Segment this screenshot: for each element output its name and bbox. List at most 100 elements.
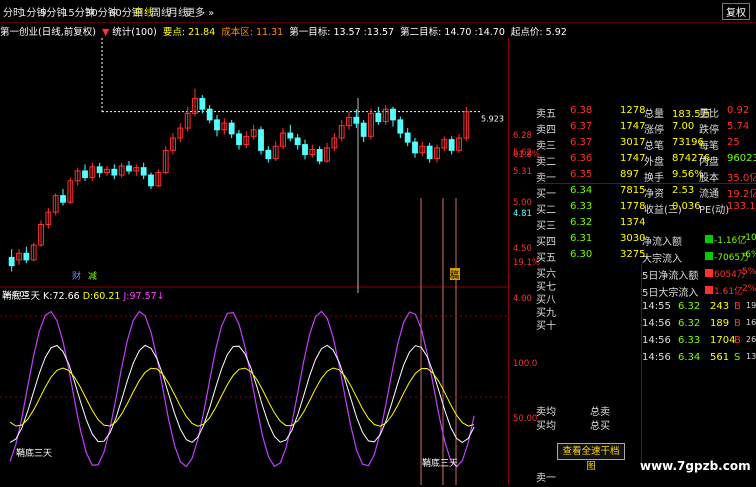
flow-pct: -6%	[742, 250, 756, 260]
candle-body	[375, 112, 382, 123]
sell-label: 卖五	[536, 109, 556, 120]
candle-body	[126, 165, 132, 172]
flow-color-box	[705, 235, 713, 243]
stat-value: 19.2亿	[727, 189, 756, 200]
tick-vol: 1704	[710, 335, 736, 346]
candle-body	[397, 119, 404, 134]
candle-body	[353, 116, 360, 124]
tick-time: 14:56	[642, 318, 671, 329]
candle-body	[82, 170, 88, 179]
candle-body	[294, 137, 301, 146]
candle-body	[199, 97, 206, 110]
j-arrow-icon: ↓	[156, 291, 165, 302]
target1-value: 13.57	[333, 27, 361, 38]
avg-label: 买均	[536, 421, 556, 432]
candle-body	[206, 108, 213, 121]
buy-vol: 1778	[620, 201, 646, 212]
d-label: D:	[82, 291, 94, 302]
sell-price: 6.35	[570, 169, 593, 180]
sell-vol: 1278	[620, 105, 646, 116]
flow-pct: -10%	[742, 233, 756, 243]
stat-label: 总量	[644, 109, 664, 120]
flow-label: 5日大宗流入	[642, 288, 699, 299]
sell-vol: 1747	[620, 121, 646, 132]
buy-row[interactable]: 买二 6.33 1778 收益(三) 0.036 PE(动) 133.1	[536, 200, 756, 216]
buy-row[interactable]: 买三 6.32 1374	[536, 216, 756, 232]
stat-label: 外盘	[644, 157, 664, 168]
candle-body	[228, 122, 235, 135]
stat-label: 总笔	[644, 141, 664, 152]
stock-title: 第一创业(日线,前复权)	[0, 27, 96, 38]
stat-label: 换手	[644, 173, 664, 184]
sell-row[interactable]: 卖二6.361747外盘874276内盘960232	[536, 152, 756, 168]
watermark: www.7gpzb.com	[640, 459, 751, 473]
sell-label: 卖一	[536, 173, 556, 184]
full-speed-chart-button[interactable]: 查看全速干档图	[557, 443, 625, 472]
candle-body	[96, 166, 103, 174]
tongji-label[interactable]: 统计(100)	[112, 27, 157, 38]
flow-color-box	[705, 252, 713, 260]
buy-price: 6.32	[570, 217, 593, 228]
candle-body	[258, 129, 264, 151]
indicator-info-row: 第一创业(日线,前复权) ▼ 统计(100) 要点: 21.84 成本区: 11.31…	[0, 27, 567, 38]
yaodian-value: 21.84	[188, 27, 216, 38]
flow-label: 大宗流入	[642, 254, 682, 265]
buy-vol: 1374	[620, 217, 646, 228]
axis-label: 4.00	[513, 294, 532, 304]
d-value: 60.21	[93, 291, 121, 302]
k-value: 72.66	[52, 291, 80, 302]
candle-body	[404, 132, 411, 143]
sell-row[interactable]: 卖三 6.37 3017 总笔 73196 每笔 25	[536, 136, 756, 152]
jian-annotation: 减	[88, 270, 97, 282]
stat-label: 股本	[699, 173, 719, 184]
sell-price: 6.37	[570, 137, 593, 148]
kdj-name: 鞘底三天	[2, 291, 41, 302]
sell-label: 卖二	[536, 157, 556, 168]
flow-row: 大宗流入-7065万-6%	[642, 249, 756, 265]
candle-body	[448, 139, 455, 151]
tick-vol: 243	[710, 301, 730, 312]
candle-body	[23, 252, 30, 261]
candle-body	[214, 119, 220, 131]
tick-vol: 189	[710, 318, 730, 329]
axis-label: 4.50	[513, 244, 532, 254]
yaodian-label: 要点:	[162, 27, 186, 38]
stat-label: PE(动)	[699, 205, 730, 216]
stat-value: 0.92	[727, 105, 750, 116]
stat-label: 每笔	[699, 141, 719, 152]
sell-row[interactable]: 卖四 6.37 1747 涨停 7.00 跌停 5.74	[536, 120, 756, 136]
candle-body	[8, 256, 15, 267]
target2-value-b: 14.70	[477, 27, 505, 38]
sell-row[interactable]: 卖五 6.38 1278 总量 183.5万 量比 0.92	[536, 104, 756, 120]
sell-row[interactable]: 卖一 6.35 897 换手 9.56% 股本 35.0亿	[536, 168, 756, 184]
fuquan-button[interactable]: 复权	[722, 3, 750, 20]
quote-panel: 卖五 6.38 1278 总量 183.5万 量比 0.92 卖四 6.37 1747 涨停 7.00…	[536, 104, 756, 487]
sell-vol: 897	[620, 169, 640, 180]
candle-body	[412, 141, 418, 154]
flow-pct: 2%	[742, 284, 756, 294]
tick-side: B	[734, 318, 741, 329]
down-arrow-icon: ▼	[101, 27, 110, 38]
sell-price: 6.38	[570, 105, 593, 116]
buy-row[interactable]: 买一 6.34 7815 净资 2.53 流通 19.2亿	[536, 184, 756, 200]
buy-price: 6.30	[570, 249, 593, 260]
stat-label: 内盘	[699, 157, 719, 168]
buy-price: 6.33	[570, 201, 593, 212]
sell-price: 6.36	[570, 153, 593, 164]
flow-color-box	[705, 269, 713, 277]
sell-label: 卖四	[536, 125, 556, 136]
timeframe-tab-9[interactable]: 更多 »	[185, 4, 214, 19]
axis-label: 5.00	[513, 198, 532, 208]
buy-extra-label: 买十	[536, 321, 556, 332]
avg-row: 买均 总买	[536, 416, 756, 432]
kline-chart[interactable]: 5.923←4.05财减稿鞘底三天鞘底三天	[0, 38, 508, 485]
candle-body	[140, 167, 147, 176]
tick-num: 13	[746, 352, 756, 361]
cai-annotation: 财	[72, 270, 81, 282]
axis-label: 50.00	[513, 414, 538, 424]
kdj-j-line	[9, 310, 475, 468]
tick-num: 19	[746, 301, 756, 310]
axis-label: 4.81	[513, 209, 532, 219]
qidian-value: 5.92	[545, 27, 567, 38]
candle-body	[360, 122, 367, 137]
